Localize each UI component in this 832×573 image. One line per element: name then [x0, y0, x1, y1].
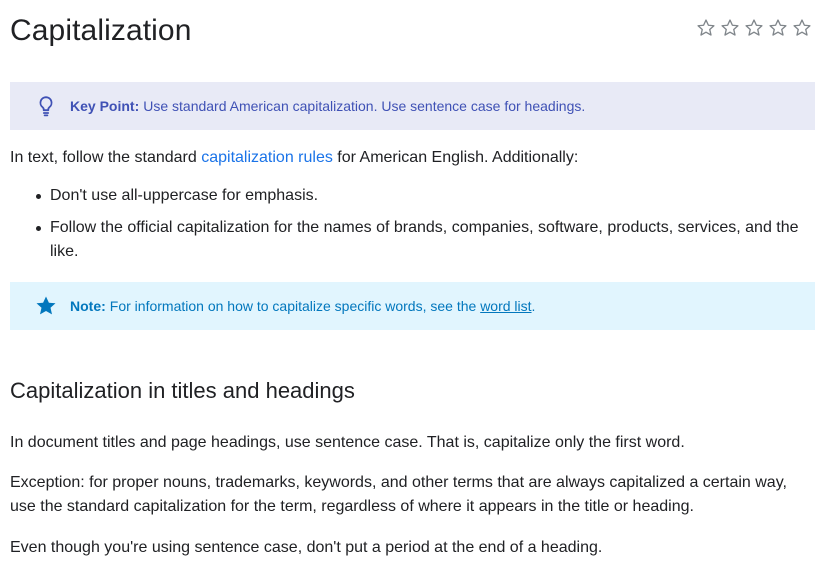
note-callout: Note: For information on how to capitaliz…	[10, 282, 815, 330]
section-heading: Capitalization in titles and headings	[10, 378, 355, 403]
rating-star-1-icon[interactable]	[696, 18, 716, 38]
intro-before: In text, follow the standard	[10, 149, 202, 166]
key-point-callout: Key Point: Use standard American capitali…	[10, 82, 815, 130]
word-list-link[interactable]: word list	[480, 298, 531, 314]
key-point-text: Key Point: Use standard American capitali…	[70, 98, 585, 114]
rating-star-4-icon[interactable]	[768, 18, 788, 38]
page-title: Capitalization	[10, 14, 192, 47]
rating-stars	[696, 18, 812, 38]
page: Capitalization Key Point: Use standard Am…	[0, 0, 832, 573]
rating-star-5-icon[interactable]	[792, 18, 812, 38]
intro-after: for American English. Additionally:	[332, 149, 579, 166]
note-label: Note:	[70, 298, 106, 314]
note-text: Note: For information on how to capitaliz…	[70, 298, 535, 314]
capitalization-rules-link[interactable]: capitalization rules	[201, 149, 333, 166]
star-icon	[34, 294, 58, 318]
intro-paragraph: In text, follow the standard capitalizat…	[10, 146, 810, 170]
key-point-label: Key Point:	[70, 98, 140, 114]
list-item: Don't use all-uppercase for emphasis.	[10, 184, 810, 208]
rating-star-2-icon[interactable]	[720, 18, 740, 38]
lightbulb-icon	[34, 94, 58, 118]
rating-star-3-icon[interactable]	[744, 18, 764, 38]
list-item: Follow the official capitalization for t…	[10, 216, 810, 264]
note-body-after: .	[531, 298, 536, 314]
key-point-body: Use standard American capitalization. Us…	[143, 98, 586, 114]
section-paragraph-1: In document titles and page headings, us…	[10, 434, 685, 451]
note-body-before: For information on how to capitalize spe…	[109, 298, 481, 314]
section-paragraph-3: Even though you're using sentence case, …	[10, 539, 603, 556]
guidelines-list: Don't use all-uppercase for emphasis. Fo…	[10, 184, 810, 272]
section-paragraph-2: Exception: for proper nouns, trademarks,…	[10, 474, 787, 515]
